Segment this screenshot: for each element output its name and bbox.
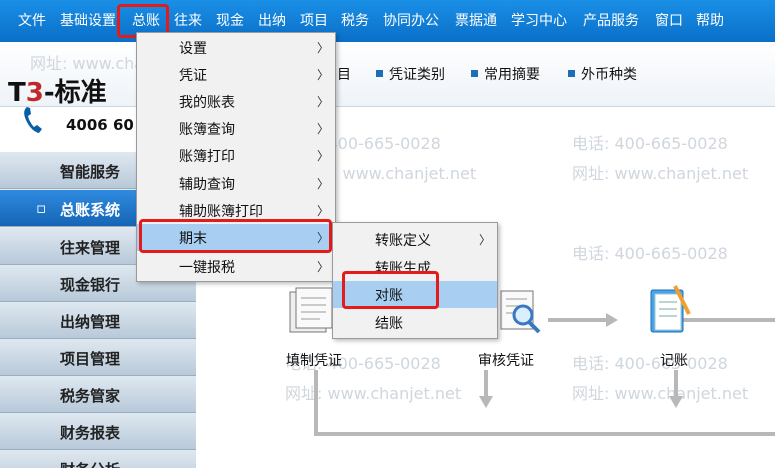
chevron-right-icon: 〉 bbox=[317, 177, 330, 191]
product-logo: T3-标准 bbox=[8, 78, 107, 108]
bullet-icon bbox=[471, 69, 478, 77]
hotline-number: 4006 60 bbox=[66, 116, 134, 134]
menu-item-aux-query[interactable]: 辅助查询〉 bbox=[137, 170, 335, 197]
phone-icon bbox=[22, 105, 47, 135]
sidebar-item-reports[interactable]: 财务报表 bbox=[0, 413, 196, 450]
fill-voucher-icon[interactable] bbox=[288, 284, 336, 336]
gl-dropdown-menu: 设置〉 凭证〉 我的账表〉 账簿查询〉 账簿打印〉 辅助查询〉 辅助账簿打印〉 … bbox=[136, 32, 336, 282]
menu-general-ledger[interactable]: 总账 bbox=[132, 11, 160, 31]
menu-cashier[interactable]: 出纳 bbox=[258, 11, 286, 31]
toolbar-item-subject[interactable]: 目 bbox=[337, 64, 351, 84]
menu-help[interactable]: 帮助 bbox=[696, 11, 724, 31]
sidebar-item-cashier[interactable]: 出纳管理 bbox=[0, 302, 196, 339]
post-label: 记账 bbox=[660, 353, 688, 369]
chevron-right-icon: 〉 bbox=[317, 231, 330, 245]
menu-item-aux-print[interactable]: 辅助账簿打印〉 bbox=[137, 197, 335, 224]
menu-item-voucher[interactable]: 凭证〉 bbox=[137, 61, 335, 88]
menu-item-one-click-tax[interactable]: 一键报税〉 bbox=[137, 253, 335, 280]
audit-voucher-icon[interactable] bbox=[497, 285, 545, 337]
fill-voucher-label: 填制凭证 bbox=[286, 353, 342, 369]
sidebar-item-project[interactable]: 项目管理 bbox=[0, 339, 196, 376]
menu-window[interactable]: 窗口 bbox=[655, 11, 683, 31]
chevron-right-icon: 〉 bbox=[317, 122, 330, 136]
menu-invoice[interactable]: 票据通 bbox=[455, 11, 497, 31]
menu-item-my-reports[interactable]: 我的账表〉 bbox=[137, 88, 335, 115]
menu-bar: 文件 基础设置 总账 往来 现金 出纳 项目 税务 协同办公 票据通 学习中心 … bbox=[0, 0, 775, 42]
post-ledger-icon[interactable] bbox=[645, 284, 693, 340]
chevron-right-icon: 〉 bbox=[317, 149, 330, 163]
chevron-right-icon: 〉 bbox=[317, 41, 330, 55]
menu-item-reconcile[interactable]: 对账 bbox=[333, 281, 497, 308]
period-end-submenu: 转账定义〉 转账生成 对账 结账 bbox=[332, 222, 498, 339]
watermark: 电话: 400-665-0028 bbox=[572, 134, 728, 153]
chevron-right-icon: 〉 bbox=[317, 260, 330, 274]
menu-item-ledger-query[interactable]: 账簿查询〉 bbox=[137, 115, 335, 142]
menu-item-ledger-print[interactable]: 账簿打印〉 bbox=[137, 142, 335, 169]
sidebar-item-tax[interactable]: 税务管家 bbox=[0, 376, 196, 413]
menu-learning[interactable]: 学习中心 bbox=[511, 11, 567, 31]
menu-receivables[interactable]: 往来 bbox=[174, 11, 202, 31]
menu-item-transfer-generate[interactable]: 转账生成 bbox=[333, 254, 497, 281]
menu-item-settings[interactable]: 设置〉 bbox=[137, 34, 335, 61]
menu-cash[interactable]: 现金 bbox=[216, 11, 244, 31]
chevron-right-icon: 〉 bbox=[317, 95, 330, 109]
menu-products[interactable]: 产品服务 bbox=[583, 11, 639, 31]
menu-basic-settings[interactable]: 基础设置 bbox=[60, 11, 116, 31]
menu-item-period-end[interactable]: 期末〉 bbox=[137, 224, 335, 251]
toolbar-item-currency[interactable]: 外币种类 bbox=[568, 64, 637, 84]
bullet-icon bbox=[376, 69, 383, 77]
menu-file[interactable]: 文件 bbox=[18, 11, 46, 31]
audit-voucher-label: 审核凭证 bbox=[478, 353, 534, 369]
menu-item-close-books[interactable]: 结账 bbox=[333, 309, 497, 336]
chevron-right-icon: 〉 bbox=[317, 68, 330, 82]
bullet-icon bbox=[568, 69, 575, 77]
bullet-icon: ▫ bbox=[36, 199, 47, 217]
toolbar-item-common-summary[interactable]: 常用摘要 bbox=[471, 64, 540, 84]
chevron-right-icon: 〉 bbox=[317, 204, 330, 218]
menu-collaboration[interactable]: 协同办公 bbox=[383, 11, 439, 31]
menu-item-transfer-define[interactable]: 转账定义〉 bbox=[333, 226, 497, 253]
menu-tax[interactable]: 税务 bbox=[341, 11, 369, 31]
app-window: 文件 基础设置 总账 往来 现金 出纳 项目 税务 协同办公 票据通 学习中心 … bbox=[0, 0, 775, 468]
menu-project[interactable]: 项目 bbox=[300, 11, 328, 31]
sidebar-item-analysis[interactable]: 财务分析 bbox=[0, 450, 196, 468]
chevron-right-icon: 〉 bbox=[479, 233, 492, 247]
toolbar-item-voucher-type[interactable]: 凭证类别 bbox=[376, 64, 445, 84]
